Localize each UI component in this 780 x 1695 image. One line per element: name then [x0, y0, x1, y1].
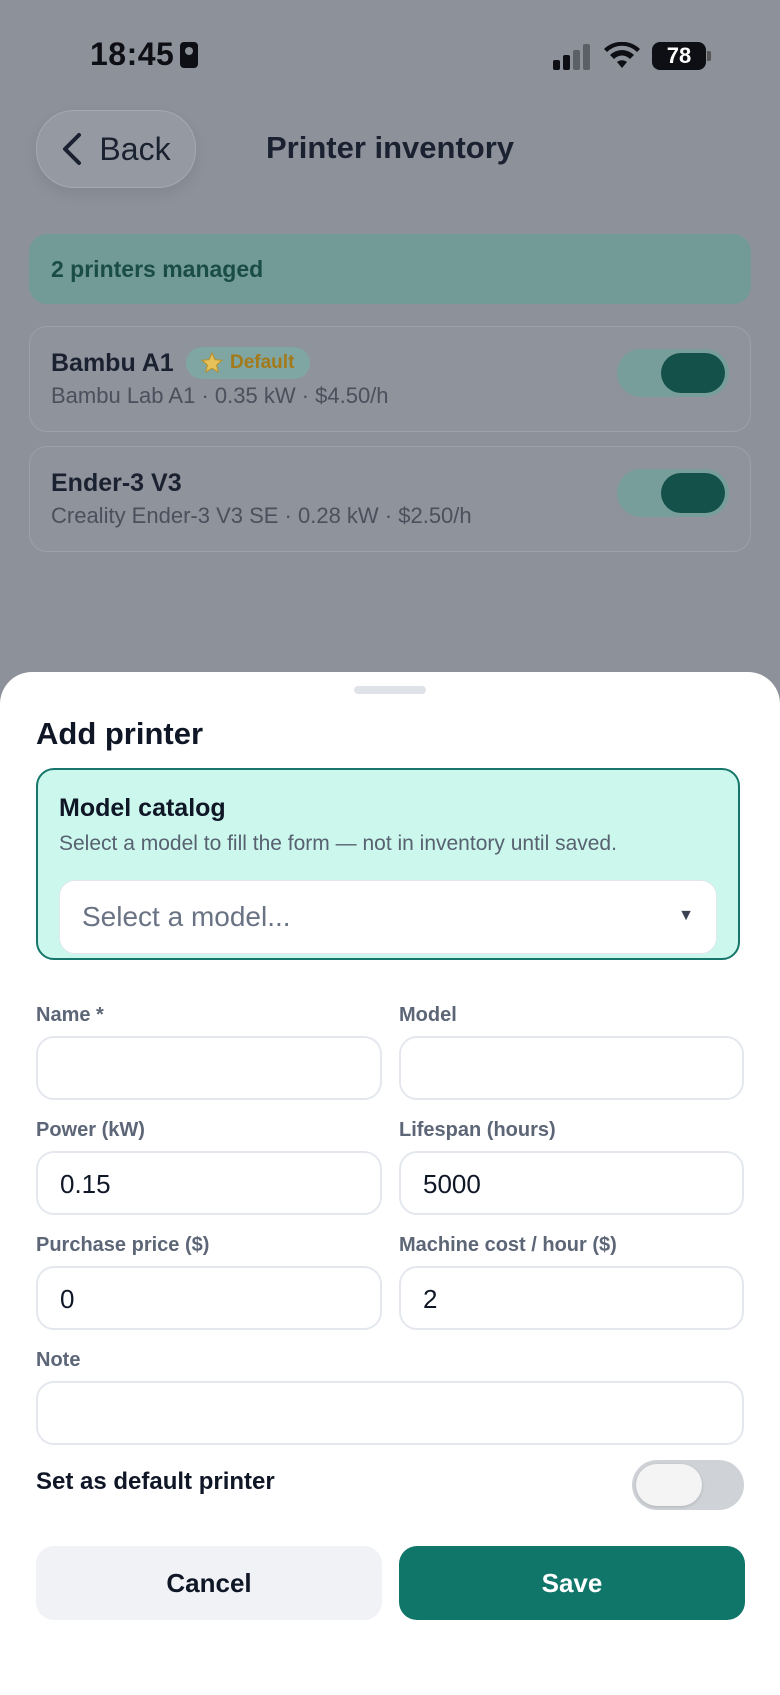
purchase-price-label: Purchase price ($) [36, 1234, 210, 1256]
printer-name: Ender-3 V3 [51, 469, 182, 497]
model-select[interactable]: Select a model... ▼ [59, 880, 717, 954]
status-bar: 18:45 78 [0, 0, 780, 110]
lifespan-label: Lifespan (hours) [399, 1119, 556, 1141]
battery-icon: 78 [652, 42, 711, 70]
cellular-signal-icon [553, 44, 593, 70]
save-button[interactable]: Save [399, 1546, 745, 1620]
toggle-knob [636, 1464, 702, 1506]
model-field[interactable] [399, 1036, 744, 1100]
machine-cost-field[interactable]: 2 [399, 1266, 744, 1330]
contact-icon [180, 42, 199, 68]
power-field[interactable]: 0.15 [36, 1151, 382, 1215]
add-printer-sheet: Add printer Model catalog Select a model… [0, 672, 780, 1695]
toggle-knob [661, 473, 725, 513]
default-printer-label: Set as default printer [36, 1468, 275, 1495]
name-label: Name * [36, 1004, 104, 1026]
catalog-hint: Select a model to fill the form — not in… [59, 832, 617, 855]
model-label: Model [399, 1004, 457, 1026]
note-field[interactable] [36, 1381, 744, 1445]
note-label: Note [36, 1349, 81, 1371]
status-time: 18:45 [90, 36, 199, 73]
back-button[interactable]: Back [36, 110, 196, 188]
sheet-grabber[interactable] [354, 686, 426, 694]
default-printer-toggle[interactable] [632, 1460, 744, 1510]
page-title: Printer inventory [265, 130, 515, 165]
dropdown-arrow-icon: ▼ [678, 907, 694, 924]
chevron-left-icon [63, 133, 82, 165]
back-label: Back [99, 130, 171, 167]
power-label: Power (kW) [36, 1119, 145, 1141]
name-field[interactable] [36, 1036, 382, 1100]
printers-count-banner: 2 printers managed [29, 234, 751, 304]
printer-details: Creality Ender-3 V3 SE · 0.28 kW · $2.50… [51, 503, 472, 528]
lifespan-field[interactable]: 5000 [399, 1151, 744, 1215]
printer-details: Bambu Lab A1 · 0.35 kW · $4.50/h [51, 383, 389, 408]
sheet-title: Add printer [36, 716, 204, 751]
toggle-knob [661, 353, 725, 393]
purchase-price-field[interactable]: 0 [36, 1266, 382, 1330]
printer-enabled-toggle[interactable] [617, 349, 729, 397]
machine-cost-label: Machine cost / hour ($) [399, 1234, 617, 1256]
printer-enabled-toggle[interactable] [617, 469, 729, 517]
model-catalog: Model catalog Select a model to fill the… [36, 768, 740, 960]
printer-card-ender-3-v3[interactable]: Ender-3 V3 Creality Ender-3 V3 SE · 0.28… [29, 446, 751, 552]
printer-card-bambu-a1[interactable]: Bambu A1 Default Bambu Lab A1 · 0.35 kW … [29, 326, 751, 432]
wifi-icon [604, 41, 640, 75]
printer-name: Bambu A1 [51, 349, 174, 377]
default-badge: Default [186, 347, 311, 379]
cancel-button[interactable]: Cancel [36, 1546, 382, 1620]
screen: 18:45 78 Back Printer inventory 2 printe… [0, 0, 780, 1695]
star-icon [200, 351, 224, 374]
model-select-placeholder: Select a model... [82, 901, 291, 932]
catalog-title: Model catalog [59, 794, 226, 822]
printers-count-text: 2 printers managed [51, 255, 264, 282]
